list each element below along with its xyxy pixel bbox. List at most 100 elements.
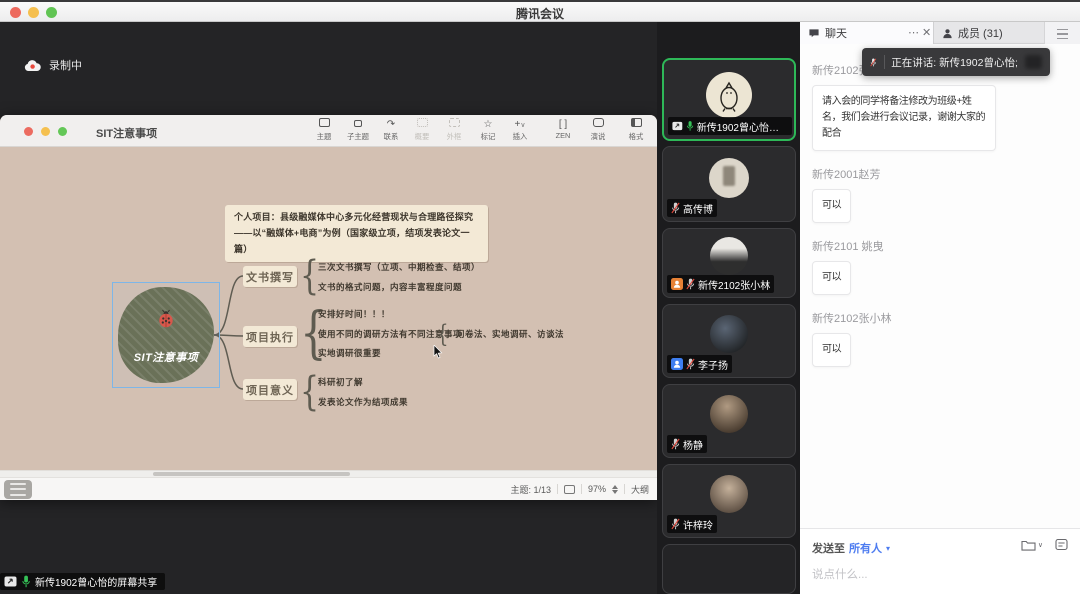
mindmap-titlebar: SIT注意事项 主题 子主题 ↷ 联系 概要 [0,115,657,147]
participant-tile[interactable]: 高传博 [662,146,796,222]
meeting-app-window: 腾讯会议 录制中 SIT注意事项 主题 [0,0,1080,594]
chat-message-list[interactable]: 新传2102张小林 请入会的同学将备注修改为班级+姓名，我们会进行会议记录，谢谢… [800,44,1080,528]
leaf-topic[interactable]: 实地调研很重要 [318,347,381,359]
mic-on-icon [21,575,31,588]
brace: { [300,253,319,299]
outline-button[interactable]: 大纲 [631,483,649,496]
chat-bubble-icon [808,28,820,39]
members-icon [942,28,953,39]
speaking-toast-text: 正在讲话: 新传1902曾心怡; [891,55,1018,70]
chat-more-button[interactable]: ⋯ [908,26,919,39]
leaf-topic[interactable]: 三次文书撰写（立项、中期检查、结项） [318,261,480,273]
send-to-selector[interactable]: 所有人 [849,540,882,556]
tab-chat[interactable]: 聊天 ⋯ ✕ [800,22,934,44]
message-bubble: 请入会的同学将备注修改为班级+姓名，我们会进行会议记录，谢谢大家的配合 [812,85,996,151]
central-topic-label: SIT注意事项 [118,349,214,365]
participant-name: 杨静 [683,437,703,452]
toolbar-subtopic-button[interactable]: 子主题 [340,118,376,142]
mouse-cursor [433,345,443,359]
screen-share-icon [672,121,683,131]
leaf-topic[interactable]: 科研初了解 [318,376,363,388]
brace: { [437,320,448,348]
participant-tile[interactable]: 李子扬 [662,304,796,378]
tab-members[interactable]: 成员 (31) [934,22,1044,44]
toolbar-boundary-button[interactable]: 外框 [436,118,472,142]
avatar [710,395,748,433]
toolbar-insert-button[interactable]: +∨ 插入 [502,118,538,142]
cloud-record-icon [24,59,41,72]
chat-panel: 聊天 ⋯ ✕ 成员 (31) 正在讲话: 新传1902曾心 [800,22,1080,594]
chat-input-area: 发送至 所有人 ▾ ∨ 说点什么... [800,528,1080,594]
mindmap-close-button[interactable] [24,127,33,136]
toolbar-format-button[interactable]: 格式 [618,118,654,142]
mindmap-zoom-button[interactable] [58,127,67,136]
toolbar-marker-button[interactable]: ☆ 标记 [470,118,506,142]
participant-tile[interactable] [662,544,796,594]
mic-muted-icon [671,202,680,214]
chat-close-button[interactable]: ✕ [922,26,931,39]
avatar [710,315,748,353]
mic-muted-icon [686,278,695,290]
send-to-label: 发送至 [812,540,845,556]
mindmap-canvas[interactable]: 个人项目：县级融媒体中心多元化经营现状与合理路径探究——以“融媒体+电商”为例（… [0,147,657,477]
horizontal-scrollbar[interactable] [0,470,657,477]
chat-input[interactable]: 说点什么... [812,566,868,582]
participant-tile[interactable]: 新传1902曾心怡的屏… [662,58,796,141]
avatar [710,475,748,513]
toolbar-zen-button[interactable]: [ ] ZEN [545,118,581,140]
participant-tile[interactable]: 杨静 [662,384,796,458]
scrollbar-thumb[interactable] [153,472,350,476]
minimap-toggle-icon[interactable] [564,485,575,494]
toolbar-topic-button[interactable]: 主题 [306,118,342,142]
format-icon [618,118,654,131]
message-bubble: 可以 [812,261,851,295]
announcement-icon[interactable] [1055,538,1068,551]
mindmap-minimize-button[interactable] [41,127,50,136]
leaf-topic[interactable]: 安排好时间！！！ [318,308,390,320]
sheet-list-button[interactable] [4,480,32,499]
branch-node[interactable]: 项目意义 [243,379,297,400]
summary-icon [404,118,440,131]
participant-tile[interactable]: 新传2102张小林 [662,228,796,298]
message-bubble: 可以 [812,333,851,367]
presenter-banner: 新传1902曾心怡的屏幕共享 [0,573,165,590]
zoom-level[interactable]: 97% [588,484,606,494]
message-bubble: 可以 [812,189,851,223]
avatar [710,237,748,275]
toolbar-summary-button[interactable]: 概要 [404,118,440,142]
host-badge-icon [671,278,683,290]
participant-strip: 新传1902曾心怡的屏… 高传博 [657,22,800,594]
folder-icon [1021,539,1036,551]
subtopic-icon [340,118,376,131]
mic-muted-icon [671,438,680,450]
mic-on-icon [686,120,694,132]
floating-topic[interactable]: 个人项目：县级融媒体中心多元化经营现状与合理路径探究——以“融媒体+电商”为例（… [225,205,488,262]
panel-tabbar: 聊天 ⋯ ✕ 成员 (31) [800,22,1080,44]
message-sender: 新传2001赵芳 [812,166,1068,182]
branch-node[interactable]: 文书撰写 [243,266,297,287]
ladybug-icon [157,309,175,329]
mindmap-window: SIT注意事项 主题 子主题 ↷ 联系 概要 [0,115,657,500]
panel-menu-button[interactable] [1044,22,1080,44]
leaf-topic[interactable]: 问卷法、实地调研、访谈法 [456,328,564,340]
send-file-button[interactable]: ∨ [1021,539,1043,551]
brace: { [300,369,319,415]
zoom-stepper[interactable] [612,485,618,494]
present-icon [580,118,616,131]
zen-icon: [ ] [545,118,581,131]
redacted-name-blur [1025,55,1042,69]
boundary-icon [436,118,472,131]
participant-tile[interactable]: 许梓玲 [662,464,796,538]
recording-label: 录制中 [49,57,82,73]
presenter-banner-label: 新传1902曾心怡的屏幕共享 [35,574,157,589]
participant-name: 新传1902曾心怡的屏… [697,119,788,134]
leaf-topic[interactable]: 文书的格式问题，内容丰富程度问题 [318,281,462,293]
mic-muted-icon [686,358,695,370]
recording-indicator: 录制中 [24,57,82,73]
toolbar-present-button[interactable]: 演说 [580,118,616,142]
mic-muted-icon [671,518,680,530]
chevron-down-icon: ∨ [1038,541,1043,549]
leaf-topic[interactable]: 发表论文作为结项成果 [318,396,408,408]
participant-name: 许梓玲 [683,517,713,532]
branch-node[interactable]: 项目执行 [243,326,297,347]
